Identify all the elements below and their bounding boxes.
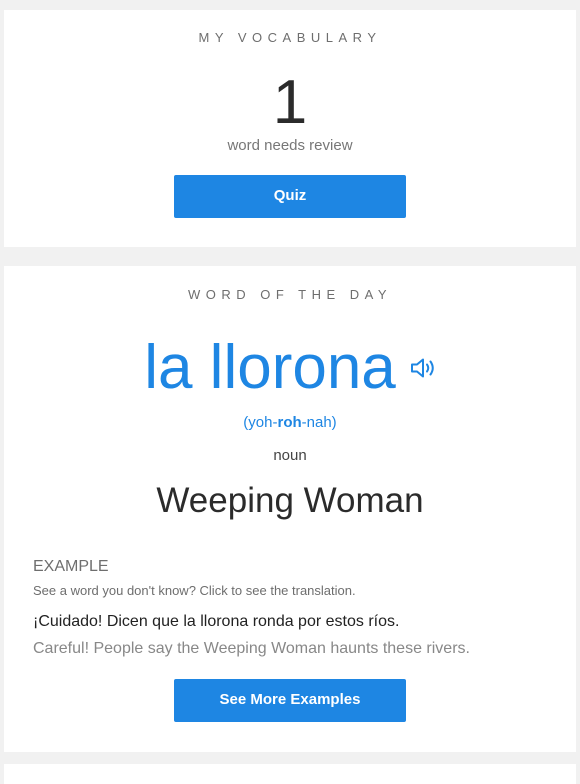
next-card: [4, 764, 576, 784]
quiz-button[interactable]: Quiz: [174, 175, 406, 218]
word-of-the-day-card: WORD OF THE DAY la llorona (yoh-roh-nah)…: [4, 266, 576, 752]
word-of-the-day-title: WORD OF THE DAY: [187, 287, 393, 302]
featured-word: la llorona: [144, 333, 396, 402]
word-translation: Weeping Woman: [156, 481, 424, 520]
part-of-speech: noun: [273, 447, 307, 464]
word-row: la llorona: [4, 332, 576, 403]
my-vocabulary-card: MY VOCABULARY 1 word needs review Quiz: [4, 10, 576, 247]
example-translation: Careful! People say the Weeping Woman ha…: [33, 640, 470, 657]
see-more-examples-button[interactable]: See More Examples: [174, 679, 406, 722]
example-heading: EXAMPLE: [33, 558, 109, 575]
example-sentence[interactable]: ¡Cuidado! Dicen que la llorona ronda por…: [33, 613, 399, 631]
my-vocabulary-title: MY VOCABULARY: [198, 30, 382, 45]
review-count-label: word needs review: [227, 137, 353, 154]
pronunciation-stress: roh: [277, 414, 302, 431]
pronunciation: (yoh-roh-nah): [4, 414, 576, 431]
pronunciation-start: (yoh-: [243, 414, 278, 431]
example-hint: See a word you don't know? Click to see …: [33, 583, 356, 598]
speaker-icon[interactable]: [410, 356, 436, 380]
pronunciation-end: -nah): [301, 414, 337, 431]
review-count: 1: [272, 68, 308, 137]
